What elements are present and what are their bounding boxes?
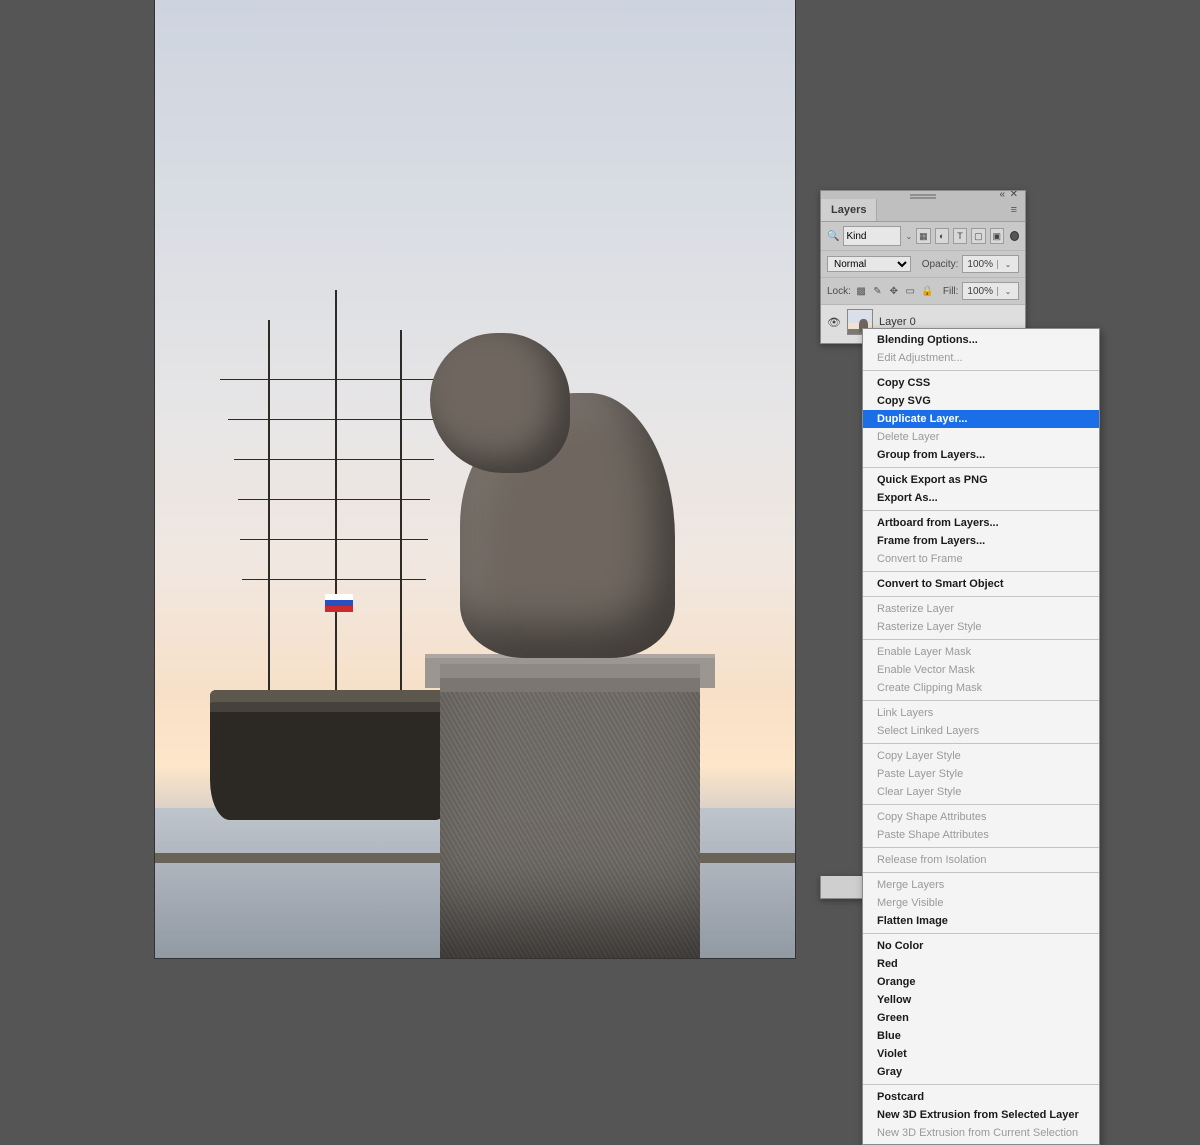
ctx-separator — [863, 1084, 1099, 1085]
ctx-item[interactable]: Yellow — [863, 991, 1099, 1009]
ctx-item[interactable]: Blue — [863, 1027, 1099, 1045]
lock-label: Lock: — [827, 286, 851, 297]
ctx-item: Select Linked Layers — [863, 722, 1099, 740]
lock-all-icon[interactable]: 🔒 — [920, 283, 934, 299]
ctx-item: Paste Layer Style — [863, 765, 1099, 783]
ctx-item: Clear Layer Style — [863, 783, 1099, 801]
ctx-separator — [863, 370, 1099, 371]
filter-adjust-icon[interactable]: ◐ — [935, 228, 949, 244]
ctx-item: Enable Layer Mask — [863, 643, 1099, 661]
ctx-separator — [863, 933, 1099, 934]
photo-pedestal — [440, 664, 700, 958]
filter-toggle-icon[interactable] — [1010, 231, 1019, 241]
ctx-item: Link Layers — [863, 704, 1099, 722]
tab-layers[interactable]: Layers — [821, 199, 877, 221]
ctx-item[interactable]: Flatten Image — [863, 912, 1099, 930]
lock-transparency-icon[interactable]: ▩ — [855, 283, 867, 299]
lock-position-icon[interactable]: ✥ — [888, 283, 900, 299]
ctx-item[interactable]: Frame from Layers... — [863, 532, 1099, 550]
ctx-item[interactable]: Quick Export as PNG — [863, 471, 1099, 489]
ctx-item: Merge Visible — [863, 894, 1099, 912]
ctx-item: Enable Vector Mask — [863, 661, 1099, 679]
ctx-separator — [863, 804, 1099, 805]
ctx-item: Rasterize Layer — [863, 600, 1099, 618]
lock-brush-icon[interactable]: ✎ — [871, 283, 883, 299]
search-icon: 🔍 — [827, 231, 839, 242]
ctx-separator — [863, 872, 1099, 873]
lock-artboard-icon[interactable]: ▭ — [904, 283, 916, 299]
photo-flag — [325, 594, 353, 612]
layer-name-label[interactable]: Layer 0 — [879, 316, 916, 328]
layer-context-menu: Blending Options...Edit Adjustment... Cop… — [862, 328, 1100, 1145]
ctx-separator — [863, 510, 1099, 511]
ctx-item: Paste Shape Attributes — [863, 826, 1099, 844]
blend-mode-select[interactable]: Normal — [827, 256, 911, 272]
ctx-separator — [863, 743, 1099, 744]
ctx-item[interactable]: Copy CSS — [863, 374, 1099, 392]
ctx-item[interactable]: Violet — [863, 1045, 1099, 1063]
panel-menu-icon[interactable]: ≡ — [1003, 199, 1025, 221]
panel-close-icon[interactable]: ✕ — [1010, 189, 1018, 200]
lock-row: Lock: ▩ ✎ ✥ ▭ 🔒 Fill: 100%⌄ — [821, 278, 1025, 305]
ctx-item: Copy Layer Style — [863, 747, 1099, 765]
filter-pixel-icon[interactable]: ▦ — [916, 228, 930, 244]
ctx-item: New 3D Extrusion from Current Selection — [863, 1124, 1099, 1142]
ctx-separator — [863, 571, 1099, 572]
ctx-item: Rasterize Layer Style — [863, 618, 1099, 636]
ctx-item[interactable]: Convert to Smart Object — [863, 575, 1099, 593]
kind-filter-input[interactable] — [843, 226, 901, 246]
ctx-item[interactable]: New 3D Extrusion from Selected Layer — [863, 1106, 1099, 1124]
blend-row: Normal Opacity: 100%⌄ — [821, 251, 1025, 278]
ctx-item: Create Clipping Mask — [863, 679, 1099, 697]
ctx-item[interactable]: Gray — [863, 1063, 1099, 1081]
ctx-separator — [863, 467, 1099, 468]
layers-panel: « ✕ Layers ≡ 🔍 ⌄ ▦ ◐ T ▢ ▣ Normal Opacit… — [820, 190, 1026, 344]
ctx-item: Merge Layers — [863, 876, 1099, 894]
document-canvas[interactable] — [155, 0, 795, 958]
ctx-item: Release from Isolation — [863, 851, 1099, 869]
filter-shape-icon[interactable]: ▢ — [971, 228, 985, 244]
filter-row: 🔍 ⌄ ▦ ◐ T ▢ ▣ — [821, 222, 1025, 251]
ctx-item[interactable]: No Color — [863, 937, 1099, 955]
opacity-label: Opacity: — [922, 259, 959, 270]
ctx-separator — [863, 847, 1099, 848]
ctx-item[interactable]: Group from Layers... — [863, 446, 1099, 464]
ctx-item[interactable]: Green — [863, 1009, 1099, 1027]
filter-smart-icon[interactable]: ▣ — [990, 228, 1004, 244]
ctx-item[interactable]: Export As... — [863, 489, 1099, 507]
visibility-eye-icon[interactable]: 👁 — [827, 316, 841, 329]
fill-input[interactable]: 100%⌄ — [962, 282, 1019, 300]
photo-ship — [210, 300, 455, 820]
fill-label: Fill: — [943, 286, 959, 297]
ctx-separator — [863, 639, 1099, 640]
ctx-item: Copy Shape Attributes — [863, 808, 1099, 826]
panel-grip[interactable]: « ✕ — [821, 191, 1025, 199]
ctx-item: Delete Layer — [863, 428, 1099, 446]
filter-type-icon[interactable]: T — [953, 228, 967, 244]
ctx-separator — [863, 596, 1099, 597]
ctx-item[interactable]: Copy SVG — [863, 392, 1099, 410]
ctx-separator — [863, 700, 1099, 701]
ctx-item[interactable]: Orange — [863, 973, 1099, 991]
panel-collapse-icon[interactable]: « — [999, 189, 1005, 200]
ctx-item[interactable]: Blending Options... — [863, 331, 1099, 349]
photo-lion-statue — [460, 393, 675, 658]
ctx-item[interactable]: Artboard from Layers... — [863, 514, 1099, 532]
ctx-item[interactable]: Duplicate Layer... — [863, 410, 1099, 428]
ctx-item: Edit Adjustment... — [863, 349, 1099, 367]
ctx-item: Convert to Frame — [863, 550, 1099, 568]
ctx-item[interactable]: Postcard — [863, 1088, 1099, 1106]
opacity-input[interactable]: 100%⌄ — [962, 255, 1019, 273]
